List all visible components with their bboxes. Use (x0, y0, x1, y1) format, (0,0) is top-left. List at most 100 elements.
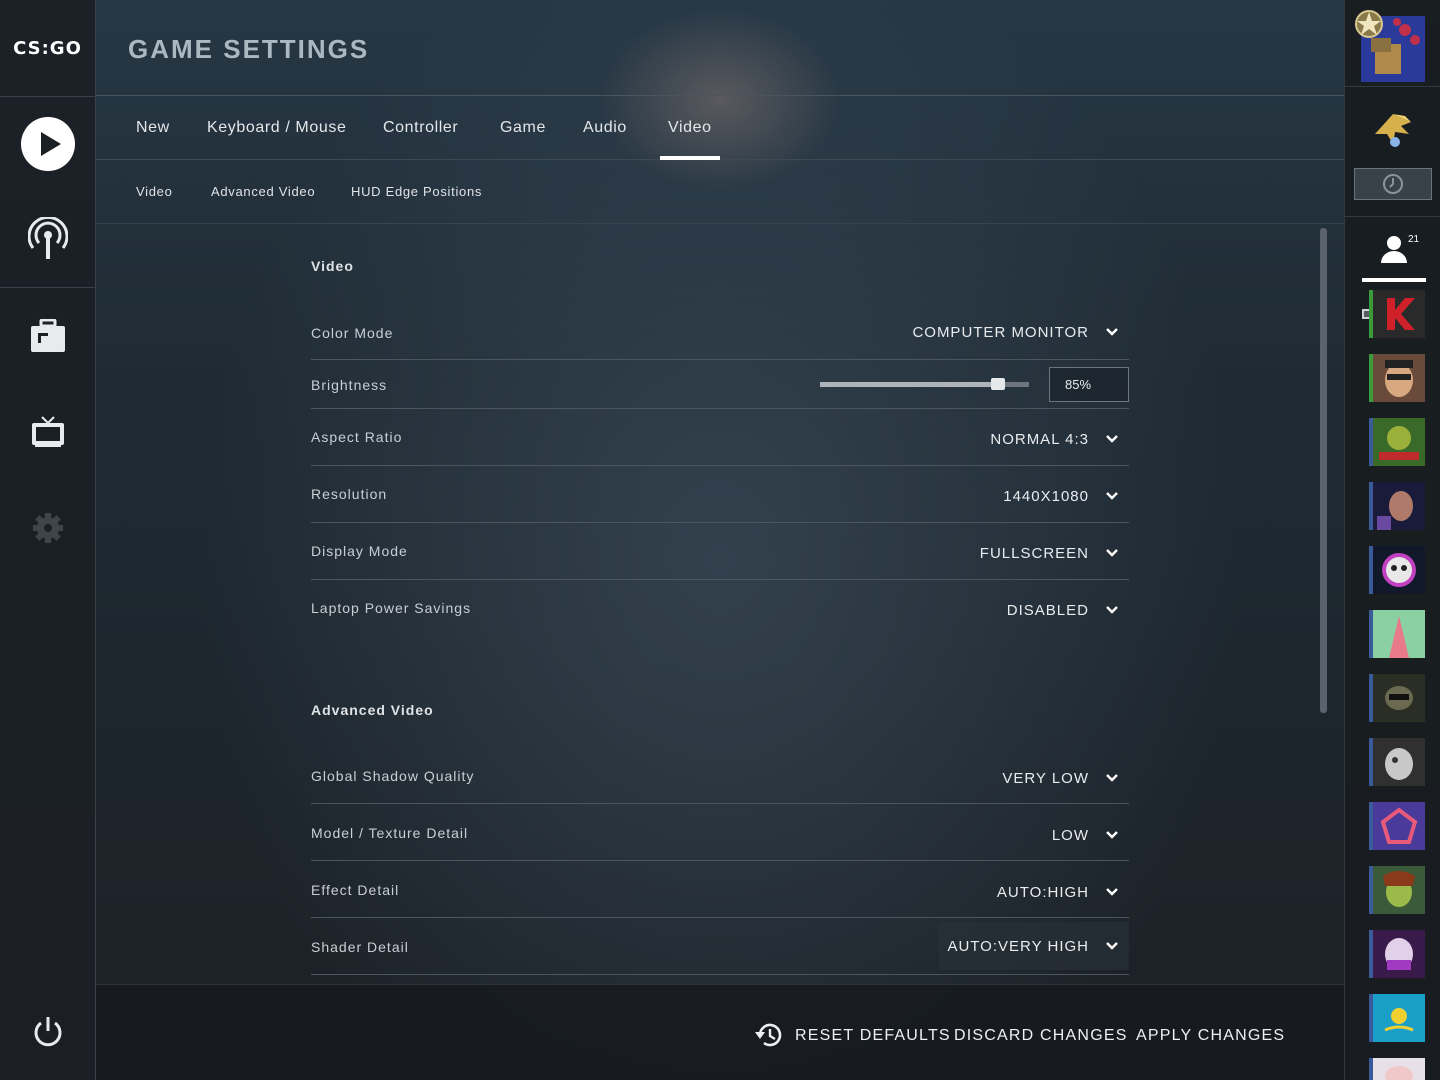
laptop-power-dropdown[interactable]: DISABLED (1007, 590, 1129, 630)
clock-icon (1383, 174, 1403, 194)
gear-icon (32, 513, 63, 543)
setting-label: Effect Detail (311, 882, 400, 898)
dropdown-value: 1440X1080 (1003, 487, 1089, 505)
display-mode-dropdown[interactable]: FULLSCREEN (980, 533, 1129, 573)
settings-button[interactable] (0, 480, 95, 576)
friend-avatar[interactable] (1369, 1058, 1425, 1080)
setting-label: Color Mode (311, 325, 394, 341)
friend-avatar[interactable] (1369, 802, 1425, 850)
friend-avatar[interactable] (1369, 738, 1425, 786)
subtab-advanced-video[interactable]: Advanced Video (211, 160, 315, 224)
tab-audio[interactable]: Audio (583, 96, 627, 160)
settings-tabs: New Keyboard / Mouse Controller Game Aud… (96, 96, 1344, 160)
dropdown-value: DISABLED (1006, 601, 1089, 619)
setting-model-texture-detail: Model / Texture Detail LOW (311, 804, 1129, 861)
friend-avatar[interactable] (1369, 866, 1425, 914)
play-history-button[interactable] (1354, 168, 1432, 200)
tab-game[interactable]: Game (500, 96, 546, 160)
effect-detail-dropdown[interactable]: AUTO:HIGH (997, 872, 1129, 912)
rank-medal-icon (1355, 10, 1383, 38)
model-texture-dropdown[interactable]: LOW (1052, 815, 1129, 855)
friend-avatar[interactable] (1369, 610, 1425, 658)
section-title-video: Video (311, 258, 354, 274)
watch-broadcast-button[interactable] (0, 192, 95, 286)
setting-label: Global Shadow Quality (311, 768, 475, 784)
setting-shader-detail: Shader Detail AUTO:VERY HIGH (311, 918, 1129, 975)
resolution-dropdown[interactable]: 1440X1080 (1003, 476, 1129, 516)
friend-avatar[interactable] (1369, 354, 1425, 402)
chevron-down-icon (1106, 549, 1118, 557)
setting-label: Brightness (311, 377, 388, 393)
friend-avatar[interactable] (1369, 418, 1425, 466)
chevron-down-icon (1106, 435, 1118, 443)
watch-button[interactable] (0, 384, 95, 480)
friend-avatar-image (1373, 1058, 1425, 1080)
setting-laptop-power-savings: Laptop Power Savings DISABLED (311, 580, 1129, 637)
brightness-value-box[interactable]: 85% (1049, 367, 1129, 402)
friend-avatar-image (1373, 290, 1425, 338)
color-mode-dropdown[interactable]: COMPUTER MONITOR (912, 312, 1129, 352)
skill-group-eagle-icon[interactable] (1365, 104, 1421, 152)
friend-avatar[interactable] (1369, 674, 1425, 722)
shader-detail-dropdown[interactable]: AUTO:VERY HIGH (939, 922, 1129, 970)
quit-button[interactable] (0, 1000, 95, 1064)
panel-divider (1345, 86, 1440, 87)
chevron-down-icon (1106, 774, 1118, 782)
video-subtabs: Video Advanced Video HUD Edge Positions (96, 160, 1344, 224)
friend-avatar-image (1373, 482, 1425, 530)
setting-global-shadow-quality: Global Shadow Quality VERY LOW (311, 747, 1129, 804)
inventory-button[interactable] (0, 288, 95, 384)
section-title-advanced-video: Advanced Video (311, 702, 434, 718)
friends-toggle-button[interactable]: 21 (1362, 228, 1426, 282)
setting-resolution: Resolution 1440X1080 (311, 466, 1129, 523)
chevron-down-icon (1106, 492, 1118, 500)
reset-history-icon (755, 1023, 782, 1047)
setting-brightness: Brightness 85% (311, 360, 1129, 409)
friend-avatar-image (1373, 546, 1425, 594)
left-nav: CS:GO (0, 0, 96, 1080)
settings-content: Video Color Mode COMPUTER MONITOR Bright… (311, 224, 1129, 984)
setting-effect-detail: Effect Detail AUTO:HIGH (311, 861, 1129, 918)
dropdown-value: LOW (1051, 826, 1089, 844)
friend-avatar-image (1373, 994, 1425, 1042)
setting-label: Shader Detail (311, 939, 409, 955)
subtab-hud-edge-positions[interactable]: HUD Edge Positions (351, 160, 482, 224)
page-title: GAME SETTINGS (128, 34, 370, 64)
friend-avatar[interactable] (1369, 930, 1425, 978)
discard-changes-button[interactable]: DISCARD CHANGES (954, 985, 1128, 1080)
aspect-ratio-dropdown[interactable]: NORMAL 4:3 (990, 419, 1129, 459)
reset-defaults-button[interactable]: RESET DEFAULTS (795, 985, 951, 1080)
friend-avatar-image (1373, 738, 1425, 786)
chevron-down-icon (1106, 831, 1118, 839)
briefcase-icon (30, 319, 65, 352)
dropdown-value: AUTO:HIGH (996, 883, 1089, 901)
tab-keyboard-mouse[interactable]: Keyboard / Mouse (207, 96, 346, 160)
setting-label: Resolution (311, 486, 388, 502)
dropdown-value: NORMAL 4:3 (990, 430, 1089, 448)
apply-changes-button[interactable]: APPLY CHANGES (1136, 985, 1285, 1080)
tab-controller[interactable]: Controller (383, 96, 458, 160)
power-icon (34, 1017, 61, 1047)
play-button[interactable] (0, 96, 95, 192)
brightness-slider[interactable] (820, 378, 1029, 390)
content-scrollbar[interactable] (1320, 228, 1327, 713)
logo-text: CS:GO (13, 37, 82, 59)
slider-fill (820, 382, 998, 387)
friend-avatar[interactable] (1369, 290, 1425, 338)
friend-avatar[interactable] (1369, 482, 1425, 530)
shadow-quality-dropdown[interactable]: VERY LOW (1002, 758, 1129, 798)
subtab-video[interactable]: Video (136, 160, 173, 224)
tab-video[interactable]: Video (660, 96, 720, 160)
setting-label: Display Mode (311, 543, 408, 559)
friend-avatar-image (1373, 418, 1425, 466)
slider-handle[interactable] (991, 378, 1005, 390)
friend-avatar[interactable] (1369, 546, 1425, 594)
csgo-logo[interactable]: CS:GO (0, 0, 95, 96)
setting-aspect-ratio: Aspect Ratio NORMAL 4:3 (311, 409, 1129, 466)
dropdown-value: COMPUTER MONITOR (912, 323, 1089, 341)
tab-new[interactable]: New (136, 96, 170, 160)
dropdown-value: VERY LOW (1002, 769, 1089, 787)
setting-label: Laptop Power Savings (311, 600, 472, 616)
friend-avatar[interactable] (1369, 994, 1425, 1042)
friend-avatar-image (1373, 802, 1425, 850)
